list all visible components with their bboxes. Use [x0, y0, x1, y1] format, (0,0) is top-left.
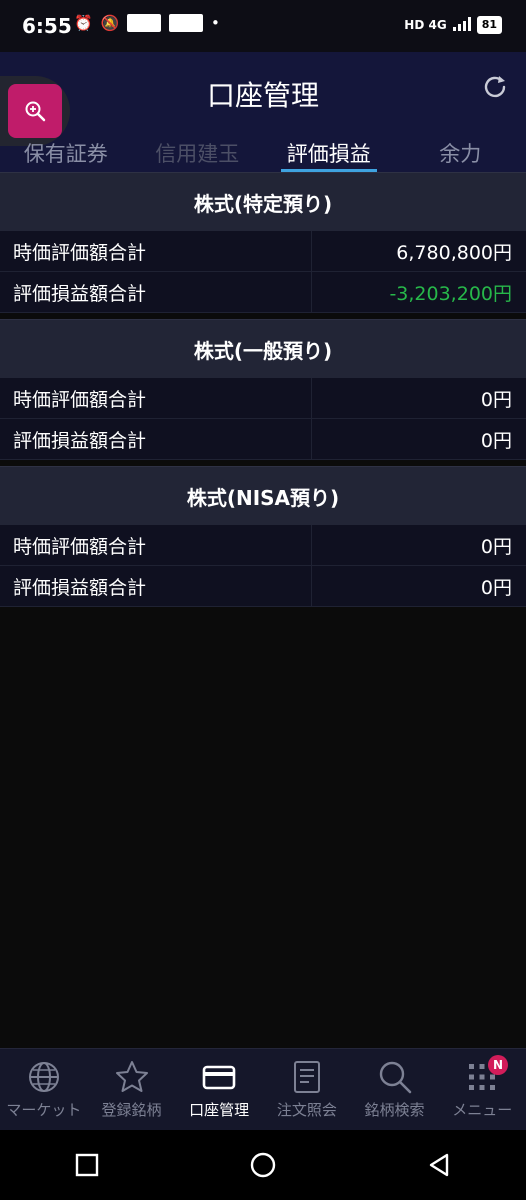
card-icon [202, 1065, 236, 1090]
status-right: HD 4G 81 [404, 16, 502, 34]
globe-icon [28, 1062, 59, 1092]
nav-market[interactable]: マーケット [0, 1049, 88, 1131]
nav-label: 登録銘柄 [101, 1101, 162, 1119]
valuation-content: 株式(特定預り) 時価評価額合計 6,780,800円 評価損益額合計 -3,2… [0, 172, 526, 607]
nav-account[interactable]: 口座管理 [175, 1049, 263, 1131]
back-icon[interactable] [426, 1152, 452, 1178]
nav-label: 銘柄検索 [364, 1101, 425, 1119]
signal-icon [452, 16, 471, 34]
page-title: 口座管理 [206, 79, 319, 112]
table-row: 時価評価額合計 0円 [0, 378, 526, 419]
row-label: 評価損益額合計 [0, 566, 312, 606]
tab-valuation[interactable]: 評価損益 [263, 134, 395, 172]
row-label: 時価評価額合計 [0, 378, 312, 418]
row-value: 6,780,800円 [396, 241, 512, 264]
table-row: 時価評価額合計 6,780,800円 [0, 231, 526, 272]
row-value: 0円 [480, 388, 512, 411]
search-icon [379, 1061, 411, 1094]
section-title-general: 株式(一般預り) [0, 319, 526, 378]
row-label: 評価損益額合計 [0, 419, 312, 459]
app-header: 口座管理 保有証券 信用建玉 評価損益 余力 [0, 52, 526, 172]
nav-label: 口座管理 [189, 1101, 250, 1119]
sbi-notification-icon-2: SBI [169, 14, 204, 32]
status-icons: ⏰ 🔕 SBI SBI • [74, 14, 220, 32]
menu-badge: N [488, 1055, 509, 1075]
status-time: 6:55 [22, 14, 72, 38]
nav-watchlist[interactable]: 登録銘柄 [88, 1049, 176, 1131]
row-value: 0円 [480, 429, 512, 452]
document-icon [293, 1061, 320, 1093]
tab-holdings[interactable]: 保有証券 [0, 134, 132, 172]
recent-apps-icon[interactable] [74, 1152, 100, 1178]
network-indicator: HD 4G [404, 18, 447, 32]
home-icon[interactable] [249, 1151, 277, 1179]
table-row: 時価評価額合計 0円 [0, 525, 526, 566]
row-value: 0円 [480, 535, 512, 558]
alarm-icon: ⏰ [74, 14, 93, 32]
tab-bar: 保有証券 信用建玉 評価損益 余力 [0, 134, 526, 172]
notification-dot: • [211, 14, 220, 32]
section-title-specific: 株式(特定預り) [0, 172, 526, 231]
nav-search[interactable]: 銘柄検索 [351, 1049, 439, 1131]
row-label: 時価評価額合計 [0, 525, 312, 565]
tab-margin-positions[interactable]: 信用建玉 [132, 134, 264, 172]
table-row: 評価損益額合計 0円 [0, 566, 526, 607]
system-nav-bar [0, 1130, 526, 1200]
row-label: 時価評価額合計 [0, 231, 312, 271]
nav-menu[interactable]: N メニュー [438, 1049, 526, 1131]
nav-orders[interactable]: 注文照会 [263, 1049, 351, 1131]
section-title-nisa: 株式(NISA預り) [0, 466, 526, 525]
row-value: 0円 [480, 576, 512, 599]
nav-label: メニュー [452, 1101, 513, 1119]
star-icon [115, 1061, 148, 1092]
row-label: 評価損益額合計 [0, 272, 312, 312]
row-value: -3,203,200円 [389, 282, 512, 305]
sbi-notification-icon: SBI [127, 14, 162, 32]
battery-icon: 81 [476, 16, 502, 34]
bottom-nav: マーケット 登録銘柄 口座管理 注文照会 銘柄検索 N メニュー [0, 1048, 526, 1131]
table-row: 評価損益額合計 -3,203,200円 [0, 272, 526, 313]
table-row: 評価損益額合計 0円 [0, 419, 526, 460]
mute-icon: 🔕 [100, 14, 120, 32]
refresh-icon [484, 76, 506, 98]
nav-label: マーケット [6, 1101, 82, 1119]
status-bar: 6:55 ⏰ 🔕 SBI SBI • HD 4G 81 [0, 0, 526, 52]
nav-label: 注文照会 [276, 1101, 337, 1119]
refresh-button[interactable] [480, 72, 510, 102]
tab-buying-power[interactable]: 余力 [395, 134, 526, 172]
